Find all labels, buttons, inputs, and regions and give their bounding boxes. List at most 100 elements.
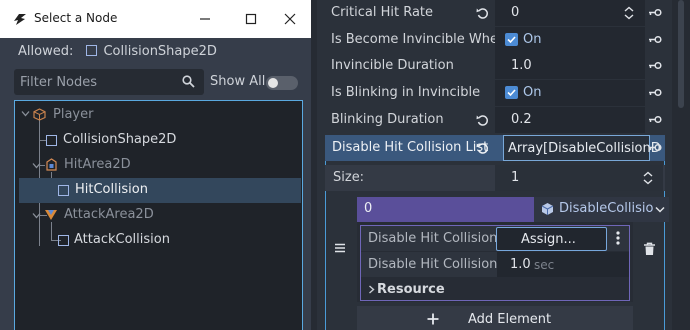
key-icon[interactable] (648, 8, 662, 17)
property-name: Disable Hit Collision List (332, 140, 489, 155)
spinner-arrows-icon[interactable] (643, 171, 653, 185)
property-name: Blinking Duration (331, 112, 444, 127)
godot-app-icon (12, 11, 28, 27)
node-tree[interactable]: Player CollisionShape2D HitArea2D HitCol… (14, 100, 303, 330)
tree-item-attackcollision[interactable]: AttackCollision (15, 228, 302, 253)
checkbox-checked-icon[interactable] (505, 86, 518, 99)
plus-icon (427, 313, 439, 325)
key-icon[interactable] (648, 143, 662, 152)
tree-item-player[interactable]: Player (15, 103, 302, 128)
tree-item-label: HitCollision (75, 182, 148, 197)
resource-section-header[interactable]: Resource (361, 278, 629, 301)
duration-unit: sec (534, 258, 555, 272)
property-value: 0.2 (511, 112, 532, 127)
property-value: 0 (511, 5, 520, 20)
field-name: Disable Hit Collision D (368, 257, 512, 272)
checkbox-checked-icon[interactable] (505, 33, 518, 46)
tree-item-collisionshape2d[interactable]: CollisionShape2D (15, 128, 302, 153)
array-size-row: Size: 1 (325, 165, 665, 191)
revert-icon[interactable] (476, 7, 489, 20)
critical-hit-rate-spinbox[interactable]: 0 (495, 0, 645, 26)
property-blinking-duration: Blinking Duration 0.2 (317, 107, 690, 134)
resource-type-label: DisableCollisio (559, 201, 654, 216)
tree-item-hitcollision[interactable]: HitCollision (19, 178, 301, 203)
property-is-blinking: Is Blinking in Invincible On (317, 80, 690, 107)
collisionshape-icon (58, 235, 69, 246)
property-disable-hit-collision-list[interactable]: Disable Hit Collision List Array[Disable… (325, 135, 665, 161)
tree-item-attackarea2d[interactable]: AttackArea2D (15, 203, 302, 228)
inspector-panel: Critical Hit Rate 0 Is Become Invincible… (317, 0, 690, 330)
add-element-button[interactable]: Add Element (357, 306, 633, 330)
assign-button-label: Assign... (521, 232, 576, 247)
size-label: Size: (333, 170, 365, 185)
allowed-types-row: Allowed: CollisionShape2D (18, 44, 217, 62)
chevron-down-icon (32, 211, 41, 220)
show-all-label: Show All (210, 74, 266, 89)
array-value-text: Array[DisableCollisionD (508, 141, 661, 156)
property-name: Invincible Duration (331, 58, 454, 73)
add-element-label: Add Element (468, 312, 552, 327)
resource-picker-button[interactable]: DisableCollisio (534, 197, 669, 222)
area2d-icon (44, 208, 58, 221)
select-node-dialog: Select a Node Allowed: CollisionShape2D … (0, 0, 311, 330)
search-icon (182, 75, 195, 88)
allowed-label: Allowed: (18, 44, 74, 59)
property-value: On (523, 32, 542, 47)
allowed-type-label: CollisionShape2D (103, 44, 217, 59)
property-critical-hit-rate: Critical Hit Rate 0 (317, 0, 690, 27)
tree-item-label: HitArea2D (64, 157, 131, 172)
filter-nodes-input[interactable] (20, 69, 180, 95)
property-is-become-invincible: Is Become Invincible When On (317, 27, 690, 54)
tree-item-hitarea2d[interactable]: HitArea2D (15, 153, 302, 178)
array-value-button[interactable]: Array[DisableCollisionD (503, 135, 661, 161)
more-options-icon[interactable] (616, 231, 620, 245)
chevron-down-icon[interactable] (655, 206, 665, 213)
filter-nodes-field[interactable] (14, 69, 204, 95)
property-name: Is Become Invincible When (331, 32, 507, 47)
minimize-button[interactable] (182, 0, 228, 38)
drag-handle-icon[interactable] (334, 243, 346, 253)
property-value: 1.0 (511, 58, 532, 73)
dialog-title: Select a Node (34, 11, 118, 25)
collisionshape-icon (58, 185, 69, 196)
property-invincible-duration: Invincible Duration 1.0 (317, 53, 690, 80)
duration-value: 1.0 (510, 257, 531, 272)
invincible-duration-spinbox[interactable]: 1.0 (495, 53, 645, 79)
size-value: 1 (511, 170, 520, 185)
collisionshape-icon (86, 45, 98, 56)
show-all-toggle[interactable] (266, 76, 298, 90)
revert-icon[interactable] (476, 142, 489, 155)
tree-item-label: Player (53, 107, 94, 122)
duration-spinbox[interactable]: 1.0 sec (497, 252, 629, 277)
close-button[interactable] (267, 0, 313, 38)
dialog-titlebar[interactable]: Select a Node (0, 0, 311, 38)
player-icon (33, 108, 46, 121)
element-index: 0 (364, 201, 373, 216)
resource-icon (541, 202, 554, 216)
array-size-spinbox[interactable]: 1 (495, 165, 663, 191)
field-row-disable-hit-collision-duration: Disable Hit Collision D 1.0 sec (361, 252, 629, 277)
scrollbar-thumb[interactable] (678, 0, 684, 108)
chevron-down-icon (21, 109, 30, 118)
tree-item-label: AttackArea2D (64, 207, 154, 222)
key-icon[interactable] (648, 35, 662, 44)
key-icon[interactable] (648, 61, 662, 70)
assign-node-button[interactable]: Assign... (496, 227, 607, 251)
invincible-checkbox-field[interactable]: On (495, 27, 645, 53)
key-icon[interactable] (648, 115, 662, 124)
spinner-arrows-icon[interactable] (624, 6, 634, 20)
tree-item-label: CollisionShape2D (63, 132, 177, 147)
area2d-icon (45, 158, 58, 172)
blinking-duration-spinbox[interactable]: 0.2 (495, 107, 645, 133)
key-icon[interactable] (648, 88, 662, 97)
collisionshape-icon (46, 135, 57, 146)
inspector-scrollbar[interactable] (672, 0, 690, 330)
property-name: Is Blinking in Invincible (331, 85, 481, 100)
blinking-checkbox-field[interactable]: On (495, 80, 645, 106)
trash-icon[interactable] (643, 242, 656, 256)
revert-icon[interactable] (476, 114, 489, 127)
property-name: Critical Hit Rate (331, 5, 434, 20)
chevron-right-icon (368, 285, 375, 294)
chevron-down-icon (32, 161, 41, 170)
array-element-header[interactable]: 0 DisableCollisio (357, 197, 669, 222)
